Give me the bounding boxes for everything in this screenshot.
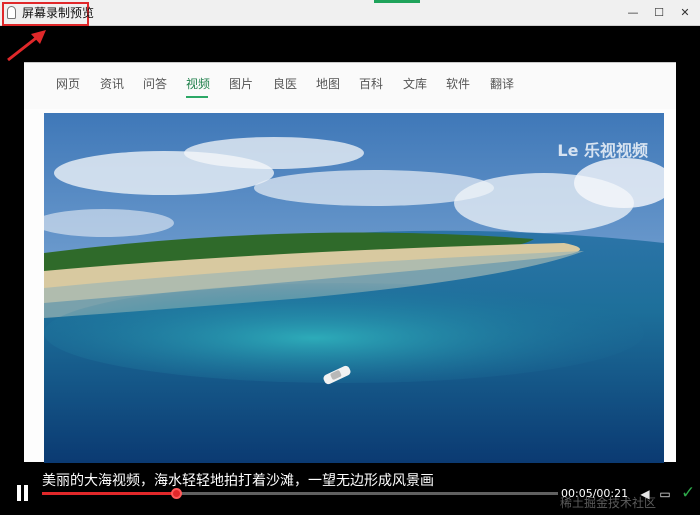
fullscreen-icon[interactable]: ▭: [658, 487, 672, 501]
nav-item-doctor[interactable]: 良医: [273, 77, 297, 91]
pause-icon[interactable]: [14, 484, 32, 502]
progress-knob[interactable]: [171, 488, 183, 499]
nav-active-underline: [186, 96, 208, 98]
nav-item-news[interactable]: 资讯: [100, 77, 124, 91]
nav-item-webpage[interactable]: 网页: [56, 77, 80, 91]
close-button[interactable]: ✕: [678, 6, 692, 20]
maximize-button[interactable]: ☐: [652, 6, 666, 20]
nav-item-software[interactable]: 软件: [446, 77, 470, 91]
nav-item-map[interactable]: 地图: [316, 77, 340, 91]
nav-item-video[interactable]: 视频: [186, 77, 210, 91]
title-accent-tab: [374, 0, 420, 3]
search-nav: 网页 资讯 问答 视频 图片 良医 地图 百科 文库 软件 翻译: [24, 63, 676, 109]
leshi-watermark: Le 乐视视频: [557, 141, 648, 160]
confirm-check-icon[interactable]: ✓: [681, 483, 695, 503]
window-title: 屏幕录制预览: [22, 6, 95, 20]
nav-item-baike[interactable]: 百科: [359, 77, 383, 91]
nav-item-qa[interactable]: 问答: [143, 77, 167, 91]
nav-item-images[interactable]: 图片: [229, 77, 253, 91]
progress-fill: [42, 492, 177, 495]
nav-item-translate[interactable]: 翻译: [490, 77, 514, 91]
minimize-button[interactable]: —: [626, 6, 640, 20]
corner-watermark: 稀土掘金技术社区: [560, 496, 657, 510]
title-bar: 屏幕录制预览 — ☐ ✕: [0, 0, 700, 26]
red-arrow-icon: [7, 30, 46, 62]
nav-item-library[interactable]: 文库: [403, 77, 427, 91]
browser-frame: 网页 资讯 问答 视频 图片 良医 地图 百科 文库 软件 翻译 Le 乐视视频: [24, 62, 676, 463]
screen-record-preview-window: 屏幕录制预览 — ☐ ✕ 网页 资讯 问答 视频 图片 良医 地图 百科 文库 …: [0, 0, 700, 515]
app-icon: [7, 6, 16, 19]
progress-track[interactable]: [42, 488, 558, 499]
ocean-scene-image: [44, 113, 664, 463]
video-frame[interactable]: Le 乐视视频: [44, 113, 664, 463]
